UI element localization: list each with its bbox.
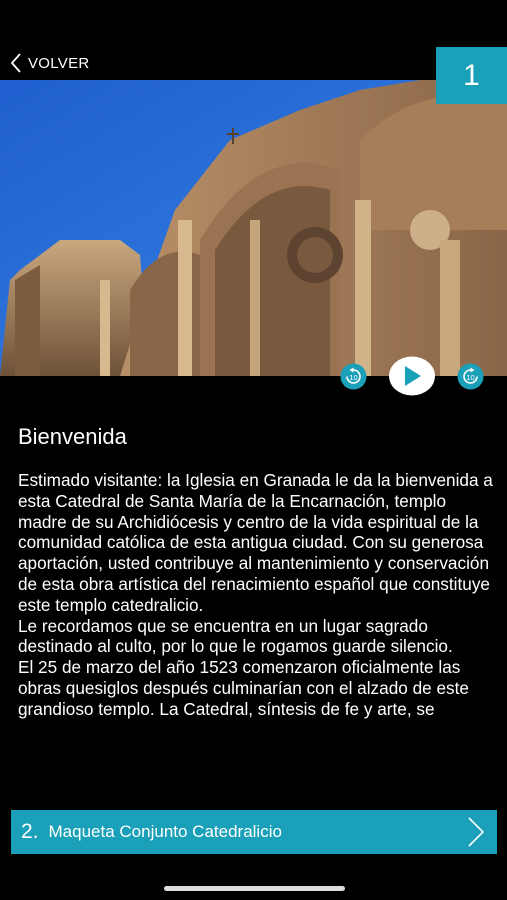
track-number-badge: 1 (436, 47, 507, 104)
top-bar: VOLVER (0, 0, 507, 80)
page-title: Bienvenida (18, 424, 127, 449)
back-label: VOLVER (28, 54, 90, 72)
play-icon (389, 356, 435, 396)
cathedral-photo (0, 80, 507, 376)
forward-10-button[interactable]: 10 (457, 363, 484, 390)
forward-10-icon: 10 (457, 363, 484, 390)
rewind-10-button[interactable]: 10 (340, 363, 367, 390)
next-track-label: Maqueta Conjunto Catedralicio (48, 822, 282, 841)
paragraph: Le recordamos que se encuentra en un lug… (18, 615, 453, 657)
rewind-10-icon: 10 (340, 363, 367, 390)
home-indicator[interactable] (164, 886, 345, 891)
play-button[interactable] (388, 356, 436, 396)
description-text: Estimado visitante: la Iglesia en Granad… (18, 470, 494, 800)
chevron-right-icon (468, 817, 485, 847)
back-button[interactable]: VOLVER (10, 52, 90, 74)
forward-label: 10 (466, 373, 474, 382)
paragraph: Estimado visitante: la Iglesia en Granad… (18, 470, 493, 615)
next-track-button[interactable]: 2. Maqueta Conjunto Catedralicio (11, 810, 497, 854)
next-track-number: 2. (21, 820, 39, 843)
chevron-left-icon (10, 53, 21, 73)
audio-controls: 10 10 (0, 356, 507, 396)
rewind-label: 10 (349, 373, 357, 382)
paragraph: El 25 de marzo del año 1523 comenzaron o… (18, 657, 469, 719)
